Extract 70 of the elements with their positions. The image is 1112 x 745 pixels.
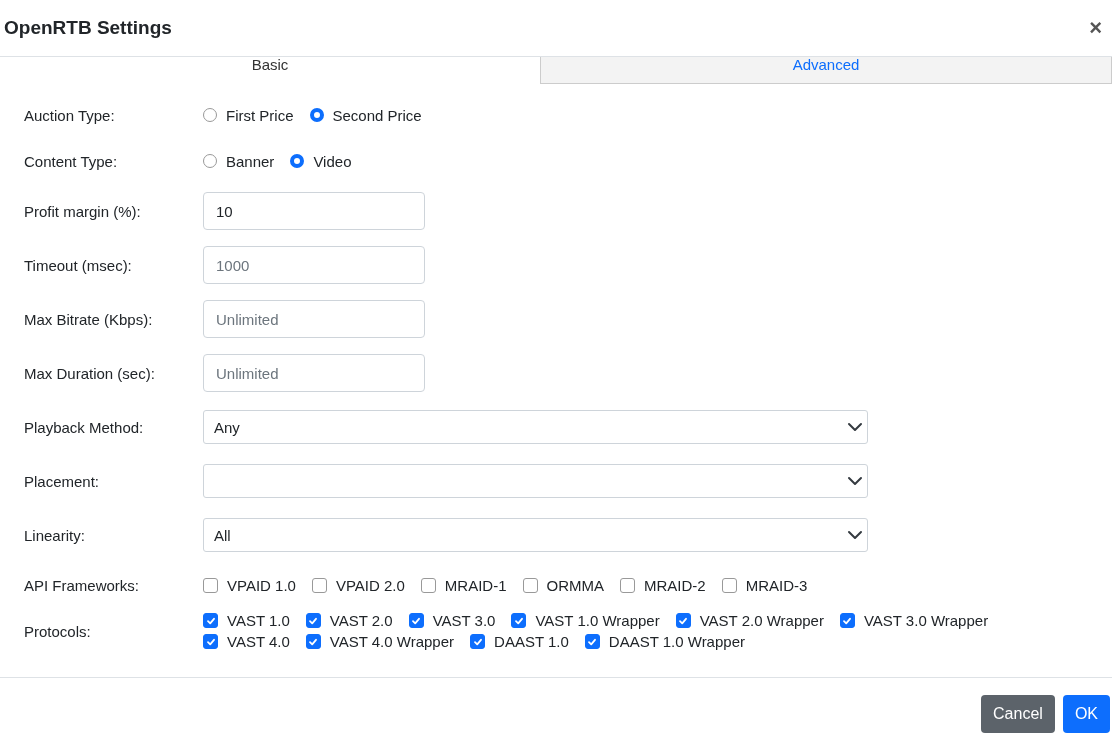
- checkmark-icon: [587, 636, 598, 647]
- checkbox[interactable]: [305, 634, 321, 649]
- checkmark-icon: [842, 615, 853, 626]
- checkmark-icon: [513, 615, 524, 626]
- checkmark-icon: [205, 636, 216, 647]
- checkbox[interactable]: [839, 613, 855, 628]
- field-label: Playback Method:: [24, 418, 145, 436]
- field-label: Timeout (msec):: [24, 256, 133, 274]
- checkbox[interactable]: [420, 577, 436, 593]
- checkbox-option[interactable]: VAST 1.0 Wrapper: [511, 612, 660, 629]
- checkmark-icon: [205, 615, 216, 626]
- checkbox[interactable]: [305, 613, 321, 628]
- dropdown[interactable]: All: [203, 518, 868, 552]
- checkbox[interactable]: [721, 577, 737, 593]
- dropdown[interactable]: Any: [203, 410, 868, 444]
- checkbox-option[interactable]: VAST 2.0: [305, 612, 393, 629]
- checkmark-icon: [678, 615, 689, 626]
- ok-button[interactable]: OK: [1062, 695, 1110, 733]
- field-label: Protocols:: [24, 622, 92, 640]
- checkbox-option[interactable]: MRAID-3: [721, 576, 808, 594]
- field-label: Linearity:: [24, 526, 86, 544]
- checkbox-option[interactable]: ORMMA: [522, 576, 604, 594]
- field-label: API Frameworks:: [24, 576, 141, 594]
- checkbox-option[interactable]: VAST 3.0 Wrapper: [839, 612, 989, 629]
- field-label: Profit margin (%):: [24, 202, 142, 220]
- radio-button[interactable]: [309, 108, 324, 122]
- checkmark-icon: [308, 636, 319, 647]
- checkbox[interactable]: [584, 634, 600, 649]
- checkbox-option[interactable]: DAAST 1.0 Wrapper: [584, 633, 745, 650]
- field-label: Content Type:: [24, 152, 119, 170]
- cancel-button[interactable]: Cancel: [981, 695, 1055, 733]
- checkbox-option[interactable]: VAST 3.0: [408, 612, 496, 629]
- field-label: Max Duration (sec):: [24, 364, 156, 382]
- field-label: Auction Type:: [24, 106, 116, 124]
- checkbox[interactable]: [203, 613, 218, 628]
- checkbox-option[interactable]: DAAST 1.0: [470, 633, 569, 650]
- radio-option[interactable]: Second Price: [309, 106, 422, 124]
- checkbox[interactable]: [311, 577, 327, 593]
- text-field[interactable]: Unlimited: [203, 354, 425, 392]
- radio-option[interactable]: Banner: [203, 152, 275, 170]
- checkbox-option[interactable]: VAST 2.0 Wrapper: [675, 612, 824, 629]
- checkbox-option[interactable]: VAST 4.0: [203, 633, 290, 650]
- checkbox-option[interactable]: VPAID 1.0: [203, 576, 296, 594]
- radio-option[interactable]: First Price: [203, 106, 294, 124]
- checkbox-option[interactable]: VPAID 2.0: [311, 576, 405, 594]
- checkbox-option[interactable]: MRAID-2: [620, 576, 706, 594]
- text-field[interactable]: 10: [203, 192, 425, 230]
- field-label: Placement:: [24, 472, 101, 490]
- radio-option[interactable]: Video: [290, 152, 352, 170]
- text-field[interactable]: 1000: [203, 246, 425, 284]
- checkbox-option[interactable]: MRAID-1: [420, 576, 507, 594]
- checkbox[interactable]: [470, 634, 486, 649]
- checkbox-option[interactable]: VAST 4.0 Wrapper: [305, 633, 455, 650]
- close-button[interactable]: ×: [1083, 15, 1108, 41]
- tab[interactable]: Advanced: [540, 57, 1112, 84]
- checkbox-option[interactable]: VAST 1.0: [203, 612, 290, 629]
- text-field[interactable]: Unlimited: [203, 300, 425, 338]
- dialog-title: OpenRTB Settings: [4, 17, 172, 39]
- checkbox[interactable]: [620, 577, 635, 593]
- checkbox[interactable]: [675, 613, 691, 628]
- checkmark-icon: [308, 615, 319, 626]
- radio-button[interactable]: [290, 154, 305, 168]
- checkbox[interactable]: [511, 613, 527, 628]
- field-label: Max Bitrate (Kbps):: [24, 310, 154, 328]
- checkmark-icon: [472, 636, 483, 647]
- checkbox[interactable]: [203, 577, 218, 593]
- checkbox[interactable]: [408, 613, 424, 628]
- checkbox[interactable]: [203, 634, 218, 649]
- checkbox[interactable]: [522, 577, 538, 593]
- checkmark-icon: [411, 615, 422, 626]
